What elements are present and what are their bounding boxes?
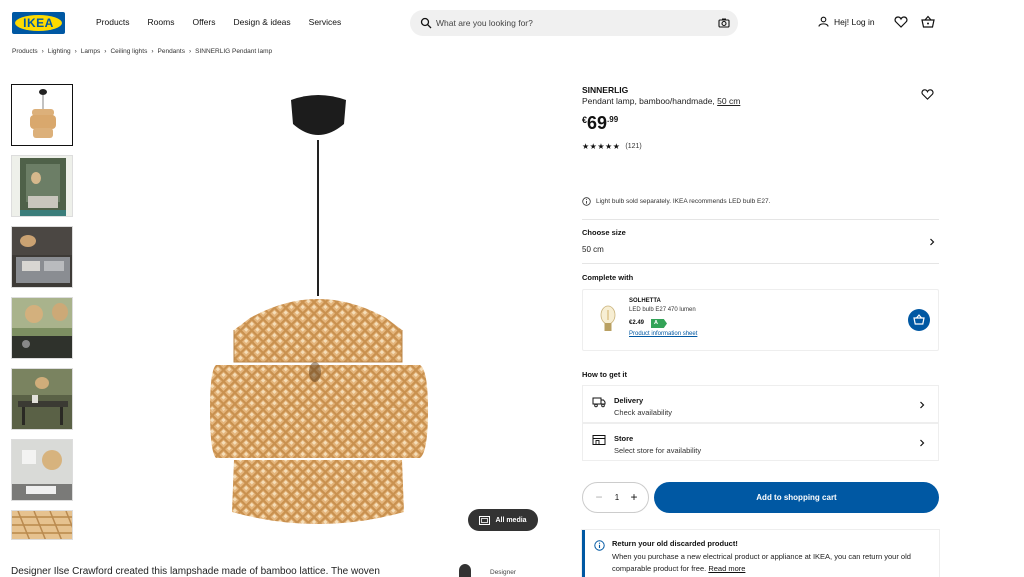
bulb-notice: Light bulb sold separately. IKEA recomme… xyxy=(582,197,770,206)
price-currency: € xyxy=(582,115,588,125)
store-subtitle: Select store for availability xyxy=(614,446,702,455)
decrease-quantity-button[interactable]: − xyxy=(593,491,605,503)
breadcrumb-lighting[interactable]: Lighting xyxy=(48,48,71,55)
rating[interactable]: ★★★★★ (121) xyxy=(582,142,642,151)
chevron-right-icon xyxy=(920,439,925,447)
read-more-link[interactable]: Read more xyxy=(708,564,745,573)
ikea-logo[interactable]: IKEA xyxy=(12,12,65,34)
store-option[interactable]: Store Select store for availability xyxy=(582,423,939,461)
accessory-description: LED bulb E27 470 lumen xyxy=(629,307,696,313)
store-icon xyxy=(592,435,606,445)
info-icon xyxy=(594,540,605,551)
product-subtitle: Pendant lamp, bamboo/handmade, 50 cm xyxy=(582,96,740,106)
bulb-image xyxy=(600,305,616,331)
recycle-body: When you purchase a new electrical produ… xyxy=(612,551,932,575)
complete-with-label: Complete with xyxy=(582,273,634,282)
thumbnail-room-4[interactable] xyxy=(11,368,73,430)
star-rating-icon: ★★★★★ xyxy=(582,142,621,151)
thumbnail-list xyxy=(11,84,73,549)
energy-label-badge[interactable]: A xyxy=(651,319,667,328)
thumbnail-lamp[interactable] xyxy=(11,84,73,146)
accessory-price: €2.49 xyxy=(629,320,645,326)
breadcrumb-ceiling-lights[interactable]: Ceiling lights xyxy=(110,48,147,55)
add-accessory-to-cart-button[interactable] xyxy=(908,309,930,331)
gallery-icon xyxy=(479,515,491,525)
notice-text: Light bulb sold separately. IKEA recomme… xyxy=(596,198,771,205)
nav-design-ideas[interactable]: Design & ideas xyxy=(233,17,290,27)
chevron-right-icon[interactable] xyxy=(928,238,936,246)
how-to-get-label: How to get it xyxy=(582,370,627,379)
breadcrumb-lamps[interactable]: Lamps xyxy=(81,48,101,55)
product-description: Designer Ilse Crawford created this lamp… xyxy=(11,566,380,577)
increase-quantity-button[interactable]: + xyxy=(628,491,640,503)
product-size-link[interactable]: 50 cm xyxy=(717,96,740,106)
thumbnail-room-1[interactable] xyxy=(11,155,73,217)
chevron-right-icon: › xyxy=(188,48,192,55)
camera-icon[interactable] xyxy=(718,17,730,29)
choose-size-label: Choose size xyxy=(582,228,626,237)
login-label: Hej! Log in xyxy=(834,16,875,27)
main-nav: Products Rooms Offers Design & ideas Ser… xyxy=(96,17,359,27)
all-media-label: All media xyxy=(495,516,527,524)
thumbnail-room-3[interactable] xyxy=(11,297,73,359)
search-bar[interactable]: What are you looking for? xyxy=(410,10,738,36)
product-type: Pendant lamp, bamboo/handmade, xyxy=(582,96,715,106)
product-main-image[interactable] xyxy=(150,80,530,540)
product-info-link[interactable]: Product information sheet xyxy=(629,331,697,337)
truck-icon xyxy=(592,397,606,408)
breadcrumb-current[interactable]: SINNERLIG Pendant lamp xyxy=(195,48,272,55)
chevron-right-icon: › xyxy=(151,48,154,55)
designer-label: Designer xyxy=(490,569,517,576)
delivery-subtitle: Check availability xyxy=(614,408,672,417)
review-count: (121) xyxy=(625,143,642,150)
designer-avatar xyxy=(459,564,471,577)
delivery-option[interactable]: Delivery Check availability xyxy=(582,385,939,423)
site-header: IKEA Products Rooms Offers Design & idea… xyxy=(0,0,1024,46)
breadcrumb: Products › Lighting › Lamps › Ceiling light… xyxy=(12,48,272,55)
chevron-right-icon: › xyxy=(41,48,44,55)
user-icon xyxy=(818,16,829,27)
recycle-text: When you purchase a new electrical produ… xyxy=(612,552,911,573)
accessory-name: SOLHETTA xyxy=(629,298,661,304)
thumbnail-room-5[interactable] xyxy=(11,439,73,501)
cart-icon[interactable] xyxy=(921,15,935,29)
chevron-right-icon: › xyxy=(74,48,77,55)
product-price: €69.99 xyxy=(582,113,618,134)
login-link[interactable]: Hej! Log in xyxy=(818,16,875,27)
divider xyxy=(582,263,939,264)
delivery-title: Delivery xyxy=(614,396,644,405)
wishlist-heart-icon[interactable] xyxy=(921,88,934,101)
nav-services[interactable]: Services xyxy=(309,17,342,27)
heart-icon[interactable] xyxy=(894,15,908,29)
product-name: SINNERLIG xyxy=(582,85,629,95)
recycle-notice: Return your old discarded product! When … xyxy=(582,530,939,577)
choose-size-value: 50 cm xyxy=(582,245,604,254)
store-title: Store xyxy=(614,434,634,443)
thumbnail-detail[interactable] xyxy=(11,510,73,540)
price-decimal: .99 xyxy=(607,115,619,124)
accessory-card: SOLHETTA LED bulb E27 470 lumen €2.49 A … xyxy=(582,289,939,351)
nav-products[interactable]: Products xyxy=(96,17,130,27)
info-icon xyxy=(582,197,591,206)
quantity-stepper: − 1 + xyxy=(582,482,649,513)
search-input[interactable]: What are you looking for? xyxy=(436,18,533,28)
all-media-button[interactable]: All media xyxy=(468,509,538,531)
search-icon xyxy=(420,17,432,29)
cart-icon xyxy=(913,314,925,325)
add-to-cart-button[interactable]: Add to shopping cart xyxy=(654,482,939,513)
chevron-right-icon: › xyxy=(104,48,107,55)
chevron-right-icon xyxy=(920,401,925,409)
breadcrumb-products[interactable]: Products xyxy=(12,48,38,55)
price-integer: 69 xyxy=(587,113,608,133)
thumbnail-room-2[interactable] xyxy=(11,226,73,288)
nav-rooms[interactable]: Rooms xyxy=(148,17,175,27)
nav-offers[interactable]: Offers xyxy=(192,17,215,27)
divider xyxy=(582,219,939,220)
breadcrumb-pendants[interactable]: Pendants xyxy=(158,48,185,55)
quantity-value[interactable]: 1 xyxy=(612,493,622,502)
recycle-title: Return your old discarded product! xyxy=(612,539,738,548)
